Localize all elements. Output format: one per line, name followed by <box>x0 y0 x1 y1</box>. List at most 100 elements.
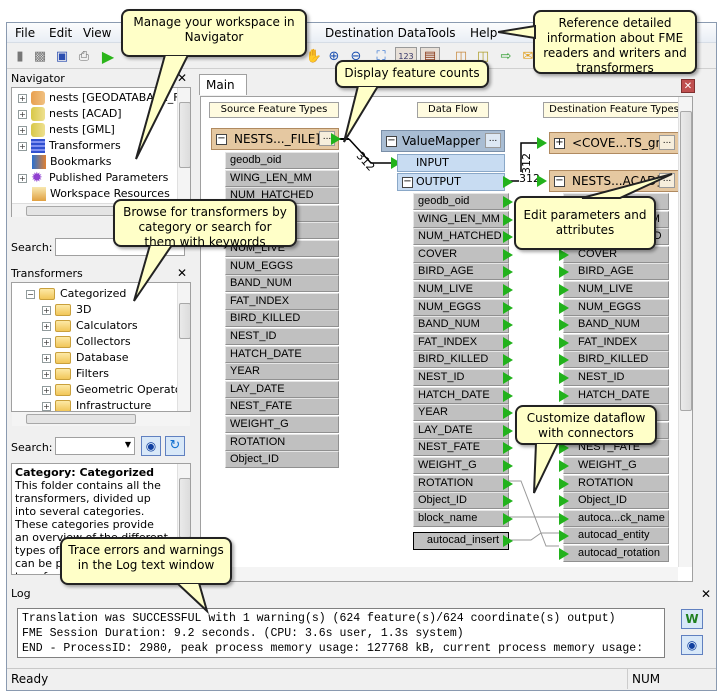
bookmark-dataflow[interactable]: Data Flow <box>417 102 489 118</box>
navigator-item[interactable]: + nests [ACAD] <box>18 106 122 122</box>
attribute-row[interactable]: ROTATION <box>225 433 339 451</box>
output-port-icon[interactable] <box>503 196 513 208</box>
attribute-row[interactable]: geodb_oid <box>413 193 509 210</box>
attribute-row[interactable]: HATCH_DATE <box>563 386 669 404</box>
attribute-row[interactable]: NEST_ID <box>413 369 509 386</box>
output-port-icon[interactable] <box>503 424 513 437</box>
attribute-row[interactable]: FAT_INDEX <box>225 292 339 310</box>
attribute-row[interactable]: BAND_NUM <box>563 316 669 334</box>
navigator-item[interactable]: + ✹ Published Parameters <box>18 170 168 186</box>
input-port-icon[interactable] <box>559 512 569 525</box>
dropdown-arrow-icon[interactable]: ▼ <box>125 440 131 449</box>
input-port-icon[interactable] <box>559 389 569 402</box>
category-item[interactable]: + Infrastructure <box>42 398 151 411</box>
input-port-icon[interactable] <box>559 548 569 560</box>
output-port-icon[interactable] <box>503 354 513 367</box>
navigator-item[interactable]: Bookmarks <box>32 154 111 170</box>
print-icon[interactable]: ⎙ <box>75 47 93 65</box>
category-item[interactable]: + Geometric Operators <box>42 382 190 398</box>
tab-main[interactable]: Main <box>199 74 247 95</box>
input-port-icon[interactable] <box>559 248 569 261</box>
attribute-row[interactable]: NEST_FATE <box>413 439 509 457</box>
output-port-icon[interactable] <box>503 213 513 226</box>
connector-autocad-insert[interactable] <box>507 532 559 541</box>
input-port-icon[interactable] <box>537 137 547 149</box>
attribute-row[interactable]: NUM_HATCHED <box>413 228 509 246</box>
menu-view[interactable]: View <box>83 26 111 40</box>
output-port-icon[interactable] <box>503 495 513 508</box>
menu-destination-data[interactable]: Destination Data <box>325 26 426 40</box>
import-feature-types-icon[interactable]: ⇨ <box>497 47 515 65</box>
output-port-icon[interactable] <box>503 477 513 490</box>
output-port-icon[interactable] <box>503 460 513 472</box>
input-port-icon[interactable] <box>559 319 569 332</box>
binoculars-search-icon[interactable]: ◉ <box>141 436 161 456</box>
expand-icon[interactable]: + <box>554 138 565 149</box>
output-port-icon[interactable] <box>503 319 513 332</box>
attribute-row[interactable]: autoca...ck_name <box>563 509 669 527</box>
attribute-row[interactable]: YEAR <box>225 363 339 381</box>
output-port-icon[interactable] <box>503 512 513 525</box>
workspace-canvas[interactable]: 312 312 312 Source Feature Types Data Fl… <box>200 96 693 582</box>
attribute-row[interactable]: LAY_DATE <box>413 421 509 439</box>
destination-gml-feature-type[interactable]: + <COVE...TS_gml... <box>549 132 679 154</box>
pan-hand-icon[interactable]: ✋ <box>305 47 323 65</box>
attribute-row[interactable]: WING_LEN_MM <box>225 169 339 187</box>
attribute-row[interactable]: WEIGHT_G <box>563 457 669 474</box>
attribute-row[interactable]: COVER <box>413 245 509 263</box>
attribute-row[interactable]: FAT_INDEX <box>563 333 669 351</box>
menu-tools[interactable]: Tools <box>426 26 456 40</box>
menu-file[interactable]: File <box>15 26 35 40</box>
collapse-icon[interactable]: − <box>402 177 413 188</box>
menu-edit[interactable]: Edit <box>49 26 72 40</box>
category-item[interactable]: +3D <box>42 302 91 318</box>
output-port-icon[interactable] <box>503 176 513 188</box>
input-port-icon[interactable] <box>559 301 569 314</box>
log-search-icon[interactable]: ◉ <box>681 635 703 655</box>
output-port-icon[interactable] <box>503 535 513 547</box>
attribute-row[interactable]: WING_LEN_MM <box>413 210 509 228</box>
input-port-icon[interactable] <box>537 175 547 187</box>
output-port-icon[interactable] <box>503 336 513 349</box>
attribute-row[interactable]: HATCH_DATE <box>413 386 509 404</box>
run-icon[interactable]: ▶ <box>99 47 117 66</box>
canvas-vscroll[interactable] <box>678 97 692 567</box>
collapse-icon[interactable]: − <box>216 134 227 145</box>
attribute-row[interactable]: BIRD_KILLED <box>563 351 669 369</box>
attribute-row[interactable]: WEIGHT_G <box>225 416 339 433</box>
attribute-row[interactable]: BIRD_AGE <box>563 263 669 281</box>
attribute-row[interactable]: BIRD_KILLED <box>413 351 509 369</box>
bookmark-source[interactable]: Source Feature Types <box>209 102 339 118</box>
category-root[interactable]: − Categorized <box>26 286 126 302</box>
output-port[interactable]: − OUTPUT <box>397 173 505 191</box>
input-port-icon[interactable] <box>559 336 569 349</box>
attribute-row[interactable]: BIRD_KILLED <box>225 310 339 328</box>
attribute-row[interactable]: FAT_INDEX <box>413 333 509 351</box>
output-port-icon[interactable] <box>503 442 513 455</box>
navigator-item[interactable]: + Transformers <box>18 138 121 154</box>
attribute-row[interactable]: NEST_ID <box>563 369 669 386</box>
output-port-icon[interactable] <box>503 248 513 261</box>
output-port-icon[interactable] <box>503 372 513 384</box>
attribute-row[interactable]: Object_ID <box>225 451 339 469</box>
output-port-icon[interactable] <box>503 407 513 420</box>
attribute-row[interactable]: autocad_entity <box>563 527 669 545</box>
attribute-row[interactable]: BAND_NUM <box>413 316 509 334</box>
autocad-insert-attribute[interactable]: autocad_insert <box>413 532 509 550</box>
attribute-row[interactable]: autocad_rotation <box>563 545 669 562</box>
log-close-icon[interactable]: ✕ <box>701 587 711 601</box>
log-filter-icon[interactable]: W <box>681 609 703 629</box>
close-tab-icon[interactable]: ✕ <box>681 79 695 93</box>
output-port-icon[interactable] <box>503 301 513 314</box>
attribute-row[interactable]: BAND_NUM <box>225 275 339 293</box>
new-icon[interactable]: ▮ <box>11 47 29 65</box>
menu-help[interactable]: Help <box>470 26 497 40</box>
input-port-icon[interactable] <box>559 530 569 543</box>
attribute-row[interactable]: NEST_ID <box>225 328 339 345</box>
attribute-row[interactable]: NUM_LIVE <box>413 281 509 298</box>
attribute-row[interactable]: NUM_EGGS <box>225 257 339 275</box>
refresh-icon[interactable]: ↻ <box>165 436 185 456</box>
attribute-row[interactable]: NUM_LIVE <box>563 281 669 298</box>
log-text[interactable]: Translation was SUCCESSFUL with 1 warnin… <box>17 608 665 658</box>
collapse-icon[interactable]: − <box>554 176 565 187</box>
